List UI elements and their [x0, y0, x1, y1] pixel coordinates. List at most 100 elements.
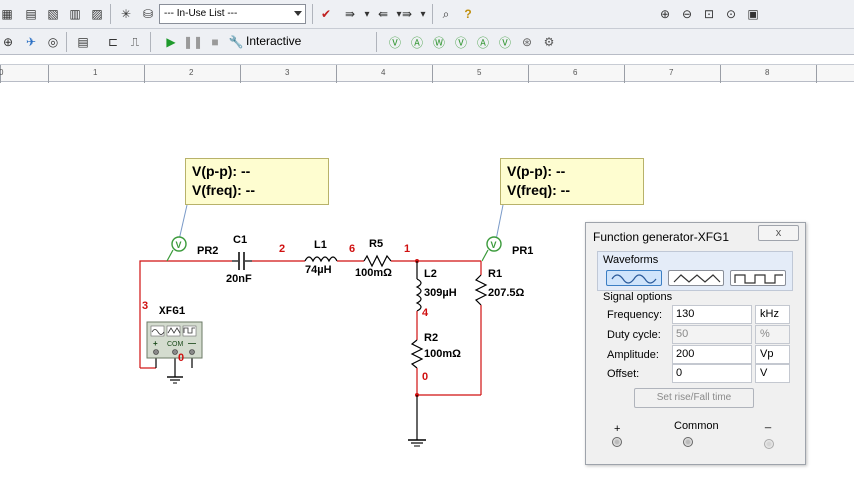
signal-options-label: Signal options — [603, 291, 673, 303]
postprocessor-icon[interactable]: ▤ — [74, 33, 92, 51]
ruler-tick — [432, 65, 433, 83]
chevron-down-icon[interactable]: ▾ — [414, 5, 432, 23]
probe-pr1-name: PR1 — [512, 245, 534, 257]
amplitude-field[interactable]: 200 — [672, 345, 752, 364]
common-terminal[interactable] — [683, 437, 693, 447]
offset-unit[interactable]: V — [755, 364, 790, 383]
wrench-icon[interactable]: 🔧 — [227, 33, 245, 51]
offset-field[interactable]: 0 — [672, 364, 752, 383]
database-icon[interactable]: ⛁ — [139, 5, 157, 23]
probe-voltage-icon[interactable]: Ⓥ — [386, 33, 404, 51]
ruler-number: 6 — [573, 68, 578, 77]
full-screen-icon[interactable]: ▣ — [744, 5, 762, 23]
probe-settings-icon[interactable]: ⊛ — [518, 33, 536, 51]
zoom-in-icon[interactable]: ⊕ — [656, 5, 674, 23]
function-generator-dialog[interactable]: Function generator-XFG1 x Waveforms Sign… — [585, 222, 806, 465]
ruler-tick — [240, 65, 241, 83]
ruler-tick — [528, 65, 529, 83]
frequency-unit[interactable]: kHz — [755, 305, 790, 324]
component-wizard-icon[interactable]: ✳ — [117, 5, 135, 23]
xfg1-name: XFG1 — [159, 306, 186, 318]
table-icon[interactable]: ▥ — [66, 5, 84, 23]
probe-pr1-vpp: V(p-p): -- — [507, 163, 566, 179]
probe-current-icon[interactable]: Ⓐ — [408, 33, 426, 51]
horizontal-ruler: 0 1 2 3 4 5 6 7 8 — [0, 64, 854, 83]
step-icon[interactable]: ⎍ — [126, 33, 144, 51]
probe-power-icon[interactable]: Ⓦ — [430, 33, 448, 51]
probe-pr1-readout[interactable]: V(p-p): -- V(freq): -- — [500, 158, 644, 205]
ruler-tick — [624, 65, 625, 83]
minus-terminal[interactable] — [764, 439, 774, 449]
xfg1-minus-label: — — [188, 339, 196, 348]
spreadsheet-icon[interactable]: ▨ — [88, 5, 106, 23]
interactive-mode-label[interactable]: Interactive — [246, 34, 301, 48]
triangle-wave-button[interactable] — [668, 270, 724, 286]
transfer-icon[interactable]: ⇛ — [341, 5, 359, 23]
separator — [150, 32, 151, 52]
in-use-list-value: --- In-Use List --- — [164, 8, 238, 19]
schematic-icon[interactable]: ▦ — [0, 5, 16, 23]
pause-icon[interactable]: ❚❚ — [183, 33, 203, 51]
duty-cycle-label: Duty cycle: — [607, 329, 661, 341]
xfg1-com-label: COM — [167, 341, 184, 348]
duty-cycle-field[interactable]: 50 — [672, 325, 752, 344]
erc-icon[interactable]: ✔ — [317, 5, 335, 23]
amplitude-unit[interactable]: Vp — [755, 345, 790, 364]
probe-ref-icon[interactable]: Ⓐ — [474, 33, 492, 51]
sine-wave-button[interactable] — [606, 270, 662, 286]
r2-body — [410, 339, 424, 369]
svg-text:V: V — [176, 240, 182, 250]
square-wave-button[interactable] — [730, 270, 786, 286]
separator — [66, 32, 67, 52]
plus-terminal-label: + — [614, 423, 621, 435]
zoom-fit-icon[interactable]: ⊙ — [722, 5, 740, 23]
node-label: 3 — [142, 300, 149, 312]
separator — [432, 4, 433, 24]
separator — [376, 32, 377, 52]
c1-value: 20nF — [226, 273, 252, 285]
find-icon[interactable]: ⌕ — [437, 5, 455, 23]
ruler-number: 5 — [477, 68, 482, 77]
node-label: 1 — [404, 243, 411, 255]
probe-leader-line — [495, 204, 504, 241]
analysis-icon[interactable]: ✈ — [22, 33, 40, 51]
graph-icon[interactable]: ▧ — [44, 5, 62, 23]
probe-pr2-name: PR2 — [197, 245, 219, 257]
gen-minus-terminal[interactable] — [189, 349, 195, 355]
probe-icon[interactable]: ⊕ — [0, 33, 17, 51]
grid-icon[interactable]: ▤ — [22, 5, 40, 23]
gen-plus-terminal[interactable] — [153, 349, 159, 355]
amplitude-label: Amplitude: — [607, 349, 659, 361]
r2-value: 100mΩ — [424, 348, 461, 360]
close-button[interactable]: x — [758, 225, 799, 241]
r5-body — [363, 254, 392, 268]
capture-icon[interactable]: ◎ — [44, 33, 62, 51]
probe-digital-icon[interactable]: Ⓥ — [496, 33, 514, 51]
in-use-list-dropdown[interactable]: --- In-Use List --- — [159, 4, 306, 24]
zoom-out-icon[interactable]: ⊖ — [678, 5, 696, 23]
probe-diff-icon[interactable]: Ⓥ — [452, 33, 470, 51]
simulation-toolbar: ⊕ ✈ ◎ ▤ ⊏ ⎍ ▶ ❚❚ ■ 🔧 Interactive Ⓥ Ⓐ Ⓦ Ⓥ… — [0, 29, 854, 55]
ruler-tick — [336, 65, 337, 83]
l2-coil — [415, 278, 422, 312]
node-label: 2 — [279, 243, 286, 255]
gear-icon[interactable]: ⚙ — [540, 33, 558, 51]
waveforms-label: Waveforms — [603, 254, 659, 266]
ruler-number: 1 — [93, 68, 98, 77]
plus-terminal[interactable] — [612, 437, 622, 447]
triangle-wave-icon — [673, 274, 721, 283]
gen-com-terminal[interactable] — [172, 349, 178, 355]
zoom-area-icon[interactable]: ⊡ — [700, 5, 718, 23]
help-icon[interactable]: ? — [459, 5, 477, 23]
connector-icon[interactable]: ⊏ — [104, 33, 122, 51]
node-label: 0 — [422, 371, 429, 383]
frequency-field[interactable]: 130 — [672, 305, 752, 324]
run-icon[interactable]: ▶ — [162, 33, 180, 51]
duty-cycle-unit[interactable]: % — [755, 325, 790, 344]
xfg1-plus-label: + — [153, 339, 158, 348]
set-rise-fall-time-button[interactable]: Set rise/Fall time — [634, 388, 754, 408]
stop-icon[interactable]: ■ — [206, 33, 224, 51]
ruler-tick — [720, 65, 721, 83]
offset-label: Offset: — [607, 368, 640, 380]
probe-pr2-readout[interactable]: V(p-p): -- V(freq): -- — [185, 158, 329, 205]
